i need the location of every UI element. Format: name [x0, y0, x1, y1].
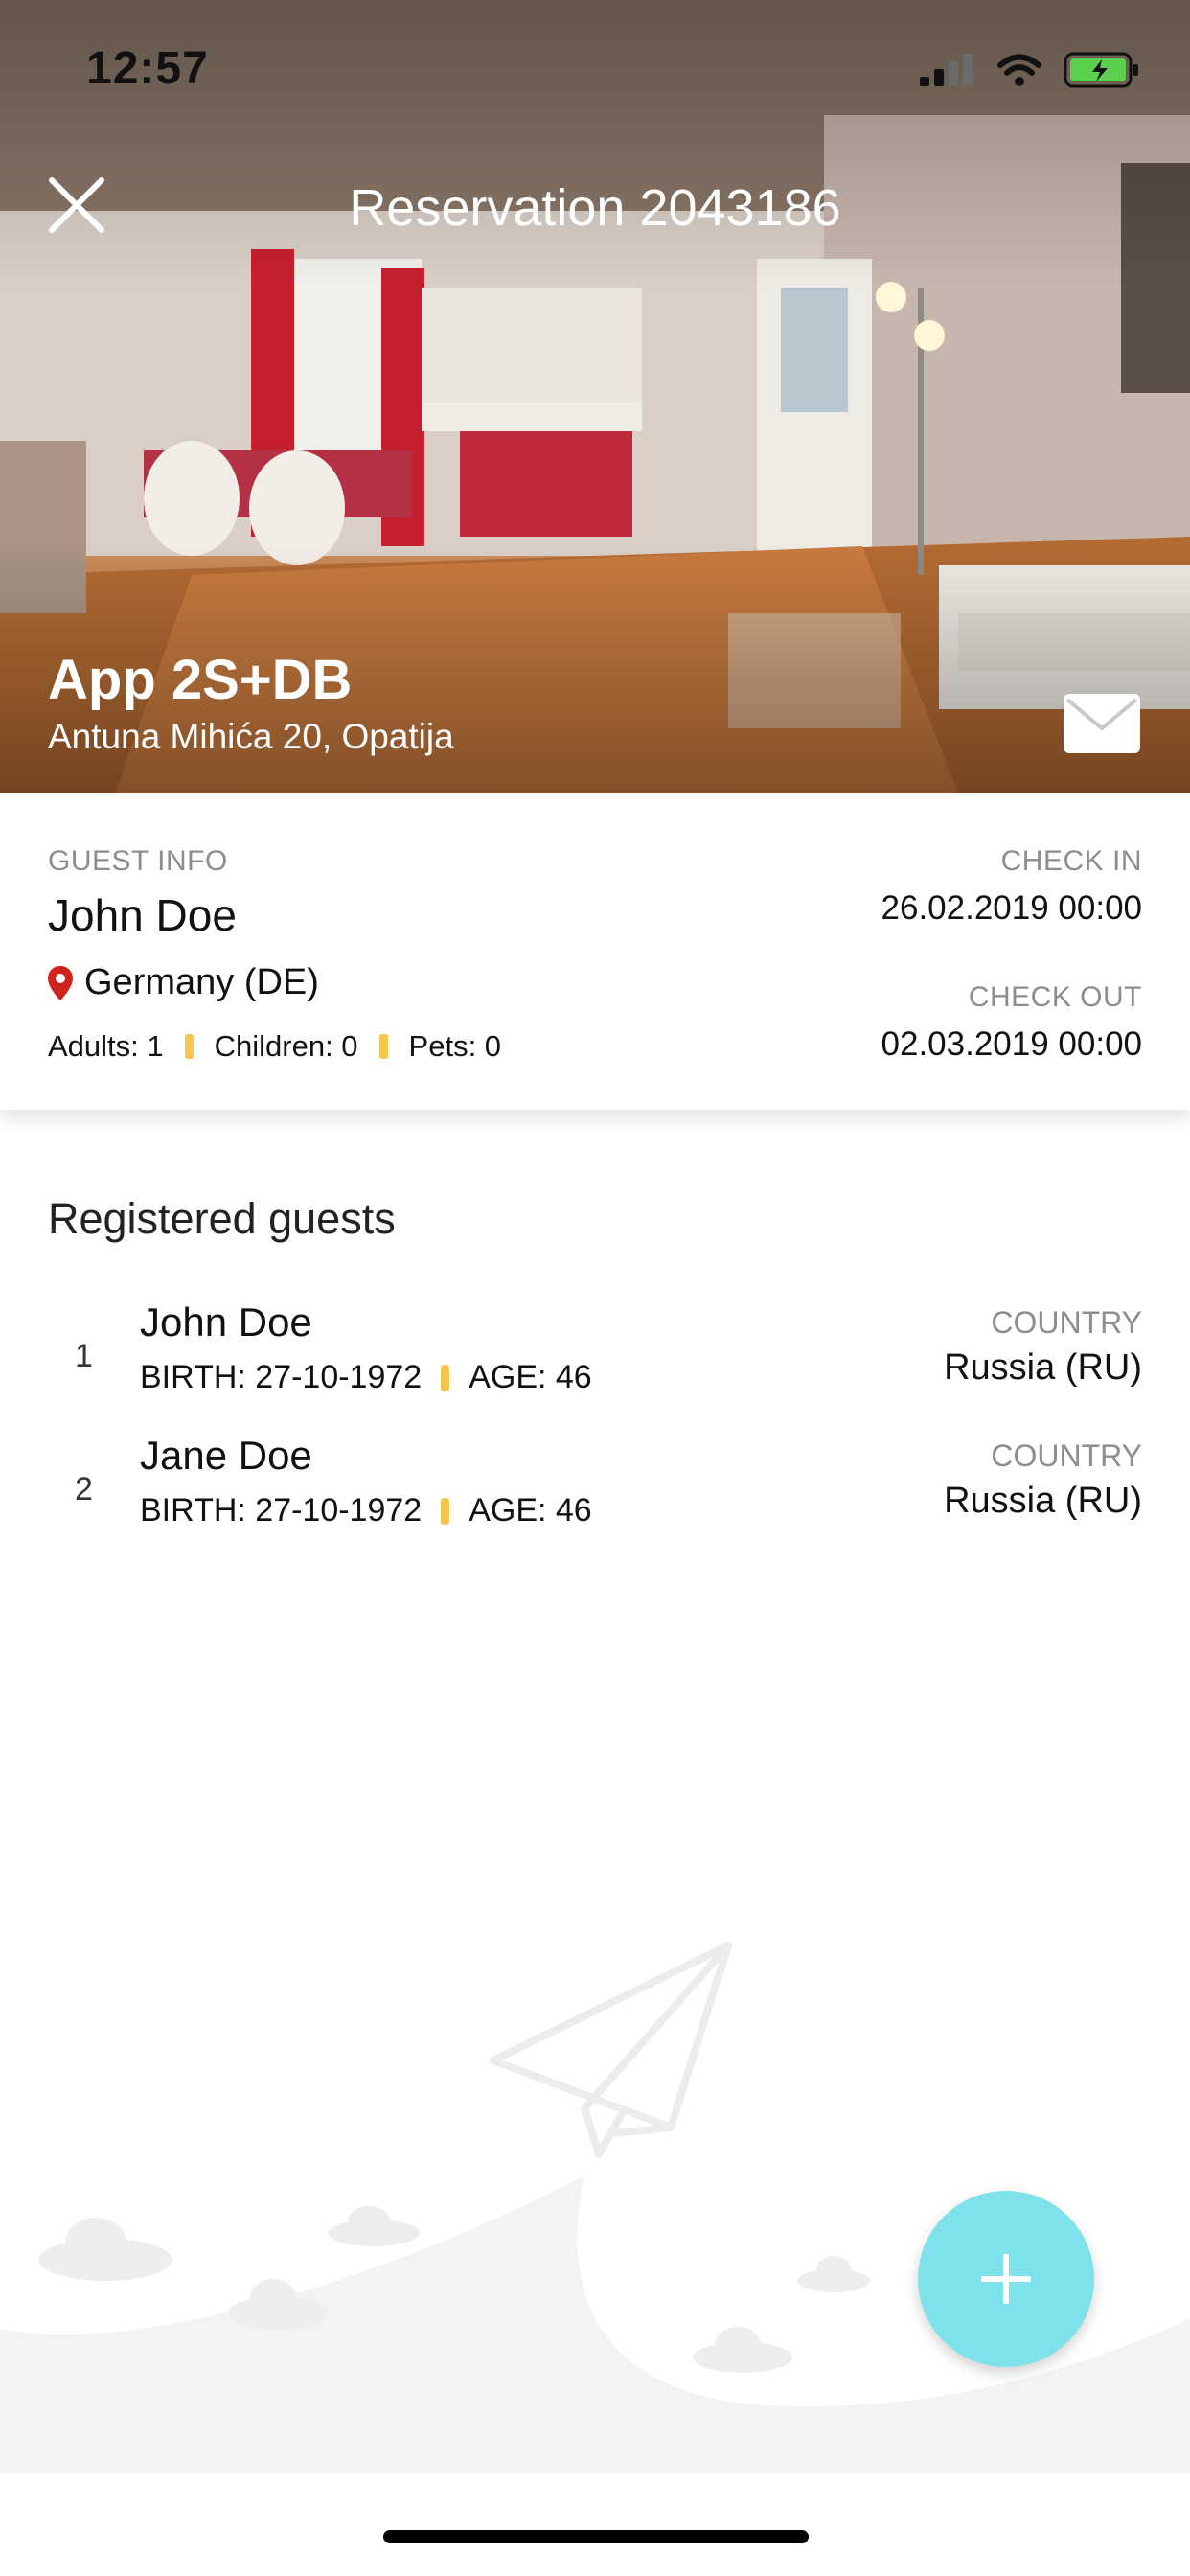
paper-plane-icon	[490, 1942, 732, 2158]
check-in-value: 26.02.2019 00:00	[881, 889, 1142, 927]
check-out-value: 02.03.2019 00:00	[881, 1025, 1142, 1063]
check-out-label: CHECK OUT	[968, 981, 1142, 1013]
guest-age: AGE: 46	[469, 1492, 592, 1529]
add-guest-button[interactable]	[918, 2191, 1094, 2367]
registered-guests-title: Registered guests	[48, 1194, 396, 1243]
guest-row-name: John Doe	[140, 1300, 312, 1345]
apartment-address: Antuna Mihića 20, Opatija	[48, 717, 454, 756]
guest-counts: Adults: 1 Children: 0 Pets: 0	[48, 1029, 501, 1064]
wifi-icon	[997, 54, 1041, 86]
header-photo: 12:57 Reservation 2043186 App 2S+DB Antu…	[0, 0, 1190, 794]
pets-count: Pets: 0	[408, 1029, 502, 1063]
separator	[378, 1034, 388, 1059]
home-indicator[interactable]	[383, 2530, 809, 2543]
guest-birth: BIRTH: 27-10-1972	[140, 1492, 423, 1529]
guest-row-meta: BIRTH: 27-10-1972 AGE: 46	[140, 1492, 592, 1530]
status-time: 12:57	[86, 43, 209, 94]
apartment-name: App 2S+DB	[48, 649, 353, 711]
guest-age: AGE: 46	[469, 1359, 592, 1395]
guest-info-label: GUEST INFO	[48, 845, 228, 877]
children-count: Children: 0	[214, 1029, 358, 1063]
guest-name: John Doe	[48, 890, 237, 940]
guest-country-value: Russia (RU)	[944, 1481, 1142, 1521]
mail-button[interactable]	[1062, 692, 1142, 755]
guest-country: Germany (DE)	[48, 962, 319, 1003]
separator	[184, 1034, 194, 1059]
guest-row[interactable]: 1 John Doe BIRTH: 27-10-1972 AGE: 46 COU…	[0, 1300, 1190, 1434]
location-pin-icon	[48, 965, 73, 1000]
empty-state-illustration	[0, 1942, 1190, 2472]
guest-row-name: Jane Doe	[140, 1433, 312, 1478]
guest-country-text: Germany (DE)	[84, 962, 319, 1002]
guest-index: 1	[75, 1338, 93, 1374]
signal-icon	[920, 54, 973, 86]
page-title: Reservation 2043186	[349, 179, 841, 237]
guest-birth: BIRTH: 27-10-1972	[140, 1359, 423, 1395]
separator	[441, 1497, 450, 1525]
status-icons	[920, 52, 1140, 88]
guest-country-value: Russia (RU)	[944, 1347, 1142, 1388]
guest-row[interactable]: 2 Jane Doe BIRTH: 27-10-1972 AGE: 46 COU…	[0, 1433, 1190, 1567]
guest-country-label: COUNTRY	[991, 1438, 1142, 1473]
check-in-label: CHECK IN	[1000, 845, 1142, 877]
battery-icon	[1064, 52, 1138, 88]
guest-index: 2	[75, 1471, 93, 1507]
mail-icon	[1064, 694, 1140, 753]
guest-country-label: COUNTRY	[991, 1305, 1142, 1340]
adults-count: Adults: 1	[48, 1029, 164, 1063]
separator	[441, 1364, 450, 1392]
guest-row-meta: BIRTH: 27-10-1972 AGE: 46	[140, 1359, 592, 1396]
guest-info-card: GUEST INFO John Doe Germany (DE) Adults:…	[0, 794, 1190, 1110]
